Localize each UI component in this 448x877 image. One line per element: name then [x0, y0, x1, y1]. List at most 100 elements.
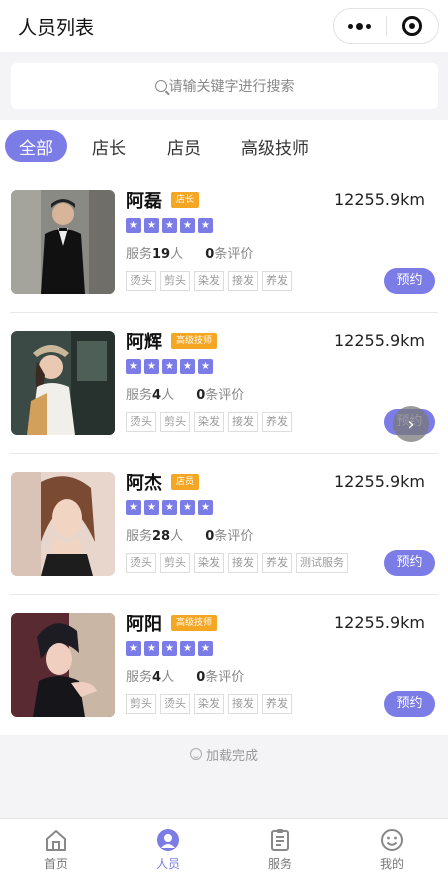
distance: 12255.9km — [333, 331, 425, 350]
service-tags: 烫头 剪头 染发 接发 养发 测试服务 — [126, 553, 348, 573]
service-tag: 烫头 — [126, 553, 156, 573]
staff-name: 阿磊 — [126, 191, 162, 212]
service-tag: 剪头 — [126, 694, 156, 714]
star-icon: ★ — [198, 359, 213, 374]
staff-card[interactable]: 阿杰 店员 12255.9km ★ ★ ★ ★ ★ 服务28人 0条评价 烫头 … — [0, 454, 448, 595]
person-icon — [157, 829, 179, 851]
service-tag: 养发 — [262, 694, 292, 714]
review-count: 0 — [196, 670, 206, 685]
star-icon: ★ — [162, 218, 177, 233]
staff-avatar — [11, 472, 115, 576]
search-placeholder: 请输关键字进行搜索 — [168, 79, 295, 95]
service-tags: 烫头 剪头 染发 接发 养发 — [126, 412, 292, 432]
rating-stars: ★ ★ ★ ★ ★ — [126, 218, 213, 233]
star-icon: ★ — [144, 359, 159, 374]
page-title: 人员列表 — [18, 17, 95, 39]
service-tag: 剪头 — [160, 271, 190, 291]
star-icon: ★ — [126, 359, 141, 374]
star-icon: ★ — [162, 641, 177, 656]
service-tag: 烫头 — [160, 694, 190, 714]
review-label: 条评价 — [205, 670, 245, 685]
star-icon: ★ — [126, 641, 141, 656]
staff-name: 阿杰 — [126, 473, 162, 494]
staff-card[interactable]: 阿阳 高级技师 12255.9km ★ ★ ★ ★ ★ 服务4人 0条评价 剪头… — [0, 595, 448, 736]
star-icon: ★ — [180, 641, 195, 656]
service-tags: 烫头 剪头 染发 接发 养发 — [126, 271, 292, 291]
review-label: 条评价 — [214, 247, 254, 262]
more-button[interactable] — [334, 9, 386, 43]
service-tag: 接发 — [228, 553, 258, 573]
star-icon: ★ — [162, 500, 177, 515]
service-tag: 接发 — [228, 271, 258, 291]
star-icon: ★ — [144, 641, 159, 656]
service-tag: 染发 — [194, 553, 224, 573]
review-count: 0 — [205, 529, 215, 544]
nav-home-label: 首页 — [43, 857, 68, 871]
tab-all[interactable]: 全部 — [5, 130, 67, 162]
review-label: 条评价 — [205, 388, 245, 403]
service-count: 28 — [152, 529, 171, 544]
star-icon: ★ — [162, 359, 177, 374]
tab-clerk[interactable]: 店员 — [167, 130, 201, 162]
service-unit: 人 — [170, 247, 184, 262]
staff-card[interactable]: 阿磊 店长 12255.9km ★ ★ ★ ★ ★ 服务19人 0条评价 烫头 … — [0, 172, 448, 313]
distance: 12255.9km — [333, 190, 425, 209]
chevron-right-icon: › — [407, 413, 415, 435]
star-icon: ★ — [198, 218, 213, 233]
nav-home[interactable]: 首页 — [0, 819, 112, 877]
star-icon: ★ — [180, 359, 195, 374]
service-tag: 烫头 — [126, 271, 156, 291]
star-icon: ★ — [180, 218, 195, 233]
search-input[interactable]: 请输关键字进行搜索 — [11, 63, 438, 109]
service-tag: 剪头 — [160, 553, 190, 573]
nav-staff[interactable]: 人员 — [112, 819, 224, 877]
service-count: 4 — [152, 388, 162, 403]
role-badge: 店长 — [171, 192, 200, 208]
service-count: 4 — [152, 670, 162, 685]
nav-services-label: 服务 — [267, 857, 292, 871]
load-status: 加载完成 — [0, 735, 448, 773]
service-tag: 接发 — [228, 412, 258, 432]
service-tag: 烫头 — [126, 412, 156, 432]
service-tag: 测试服务 — [296, 553, 348, 573]
staff-list: 阿磊 店长 12255.9km ★ ★ ★ ★ ★ 服务19人 0条评价 烫头 … — [0, 172, 448, 735]
staff-name: 阿阳 — [126, 614, 162, 635]
tab-senior-technician[interactable]: 高级技师 — [241, 130, 309, 162]
rating-stars: ★ ★ ★ ★ ★ — [126, 641, 213, 656]
service-tag: 接发 — [228, 694, 258, 714]
staff-stats: 服务4人 0条评价 — [126, 666, 244, 685]
star-icon: ★ — [126, 218, 141, 233]
nav-mine[interactable]: 我的 — [336, 819, 448, 877]
service-label: 服务 — [126, 388, 153, 403]
service-unit: 人 — [170, 529, 184, 544]
scroll-next-button[interactable]: › — [393, 406, 429, 442]
staff-stats: 服务28人 0条评价 — [126, 525, 253, 544]
service-tag: 染发 — [194, 412, 224, 432]
category-tabs: 全部 店长 店员 高级技师 — [0, 120, 448, 172]
nav-services[interactable]: 服务 — [224, 819, 336, 877]
rating-stars: ★ ★ ★ ★ ★ — [126, 500, 213, 515]
close-miniprogram-button[interactable] — [387, 9, 439, 43]
book-button[interactable]: 预约 — [384, 268, 435, 294]
staff-avatar — [11, 331, 115, 435]
home-icon — [46, 830, 66, 851]
service-label: 服务 — [126, 247, 153, 262]
role-badge: 高级技师 — [171, 333, 218, 349]
load-status-text: 加载完成 — [205, 748, 258, 764]
service-tag: 染发 — [194, 271, 224, 291]
star-icon: ★ — [126, 500, 141, 515]
service-unit: 人 — [161, 670, 175, 685]
tab-manager[interactable]: 店长 — [92, 130, 126, 162]
service-tag: 养发 — [262, 553, 292, 573]
target-close-icon — [402, 16, 423, 36]
bottom-nav: 首页 人员 服务 我的 — [0, 818, 448, 877]
star-icon: ★ — [180, 500, 195, 515]
search-section: 请输关键字进行搜索 — [0, 52, 448, 120]
service-tag: 染发 — [194, 694, 224, 714]
star-icon: ★ — [198, 641, 213, 656]
smiley-icon — [189, 748, 202, 760]
review-count: 0 — [205, 247, 215, 262]
staff-card[interactable]: 阿辉 高级技师 12255.9km ★ ★ ★ ★ ★ 服务4人 0条评价 烫头… — [0, 313, 448, 454]
book-button[interactable]: 预约 — [384, 691, 435, 717]
book-button[interactable]: 预约 — [384, 550, 435, 576]
